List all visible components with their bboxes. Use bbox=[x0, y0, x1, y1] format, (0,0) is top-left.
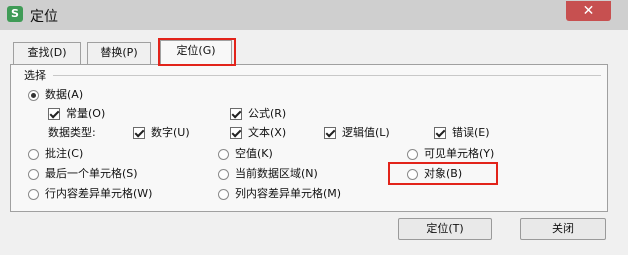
checkbox-formula[interactable] bbox=[230, 108, 242, 120]
title-bar: S 定位 ✕ bbox=[0, 0, 628, 30]
group-divider bbox=[53, 75, 601, 76]
option-row-diff[interactable]: 行内容差异单元格(W) bbox=[28, 185, 152, 201]
checkbox-text[interactable] bbox=[230, 127, 242, 139]
option-visible-cells[interactable]: 可见单元格(Y) bbox=[407, 145, 494, 161]
option-data[interactable]: 数据(A) bbox=[28, 86, 83, 102]
option-current-region[interactable]: 当前数据区域(N) bbox=[218, 165, 318, 181]
radio-row-diff[interactable] bbox=[28, 188, 39, 200]
data-type-label: 数据类型: bbox=[48, 126, 96, 139]
radio-current-region[interactable] bbox=[218, 168, 229, 180]
option-comment[interactable]: 批注(C) bbox=[28, 145, 83, 161]
checkbox-constant[interactable] bbox=[48, 108, 60, 120]
radio-visible-cells[interactable] bbox=[407, 148, 418, 160]
option-logic-label: 逻辑值(L) bbox=[342, 126, 390, 139]
checkbox-error[interactable] bbox=[434, 127, 446, 139]
radio-data[interactable] bbox=[28, 89, 39, 101]
option-comment-label: 批注(C) bbox=[45, 147, 84, 160]
option-error[interactable]: 错误(E) bbox=[434, 124, 490, 140]
radio-comment[interactable] bbox=[28, 148, 39, 160]
option-number-label: 数字(U) bbox=[151, 126, 190, 139]
checkbox-logic[interactable] bbox=[324, 127, 336, 139]
tab-find-label: 查找(D) bbox=[27, 46, 67, 59]
option-col-diff-label: 列内容差异单元格(M) bbox=[235, 187, 342, 200]
radio-last-cell[interactable] bbox=[28, 168, 39, 180]
option-col-diff[interactable]: 列内容差异单元格(M) bbox=[218, 185, 341, 201]
option-text[interactable]: 文本(X) bbox=[230, 124, 286, 140]
option-error-label: 错误(E) bbox=[452, 126, 490, 139]
option-row-diff-label: 行内容差异单元格(W) bbox=[45, 187, 153, 200]
option-formula-label: 公式(R) bbox=[248, 107, 287, 120]
app-logo-icon: S bbox=[7, 6, 23, 22]
radio-col-diff[interactable] bbox=[218, 188, 229, 200]
option-last-cell-label: 最后一个单元格(S) bbox=[45, 167, 138, 180]
object-option-highlight bbox=[388, 162, 498, 185]
option-blank[interactable]: 空值(K) bbox=[218, 145, 273, 161]
goto-panel: 选择 数据(A) 常量(O) 公式(R) 数据类型: 数字(U) 文本(X) 逻… bbox=[10, 64, 608, 212]
tab-find[interactable]: 查找(D) bbox=[13, 42, 81, 64]
tab-replace-label: 替换(P) bbox=[100, 46, 138, 59]
option-last-cell[interactable]: 最后一个单元格(S) bbox=[28, 165, 138, 181]
radio-blank[interactable] bbox=[218, 148, 229, 160]
option-logic[interactable]: 逻辑值(L) bbox=[324, 124, 390, 140]
option-formula[interactable]: 公式(R) bbox=[230, 105, 286, 121]
tab-goto-highlight bbox=[158, 38, 236, 66]
option-current-region-label: 当前数据区域(N) bbox=[235, 167, 318, 180]
select-group-title: 选择 bbox=[24, 69, 46, 82]
option-number[interactable]: 数字(U) bbox=[133, 124, 190, 140]
window-title: 定位 bbox=[30, 9, 58, 25]
option-data-label: 数据(A) bbox=[45, 88, 84, 101]
option-constant-label: 常量(O) bbox=[66, 107, 106, 120]
locate-button[interactable]: 定位(T) bbox=[398, 218, 492, 240]
option-blank-label: 空值(K) bbox=[235, 147, 273, 160]
option-visible-cells-label: 可见单元格(Y) bbox=[424, 147, 495, 160]
dialog-body: 查找(D) 替换(P) 定位(G) 选择 数据(A) 常量(O) 公式(R) 数… bbox=[0, 30, 628, 255]
option-text-label: 文本(X) bbox=[248, 126, 287, 139]
window-close-button[interactable]: ✕ bbox=[566, 1, 611, 21]
close-button[interactable]: 关闭 bbox=[520, 218, 606, 240]
tab-replace[interactable]: 替换(P) bbox=[87, 42, 151, 64]
checkbox-number[interactable] bbox=[133, 127, 145, 139]
option-constant[interactable]: 常量(O) bbox=[48, 105, 105, 121]
